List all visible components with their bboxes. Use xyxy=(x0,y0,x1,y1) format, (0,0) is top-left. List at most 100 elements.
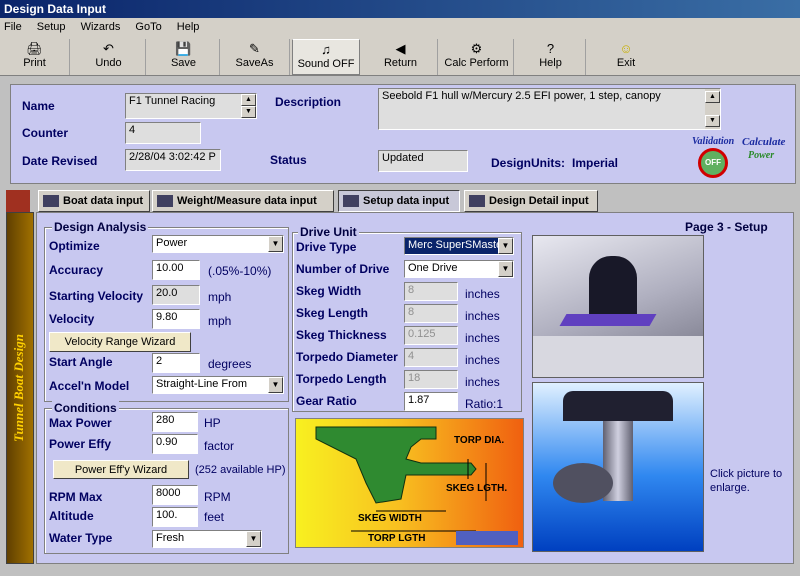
date-revised-field[interactable]: 2/28/04 3:02:42 P xyxy=(125,149,221,171)
drive-dimensions-diagram[interactable]: TORP DIA. SKEG LGTH. SKEG WIDTH TORP LGT… xyxy=(295,418,524,548)
power-effy-input[interactable]: 0.90 xyxy=(152,434,198,454)
boat-photo[interactable] xyxy=(532,235,704,378)
menu-help[interactable]: Help xyxy=(177,21,200,33)
tab-boat-data[interactable]: Boat data input xyxy=(38,190,150,212)
skeg-width-input[interactable]: 8 xyxy=(404,282,458,301)
available-hp-note: (252 available HP) xyxy=(195,464,286,476)
menu-setup[interactable]: Setup xyxy=(37,21,66,33)
design-analysis-title: Design Analysis xyxy=(52,220,149,234)
torpedo-diameter-input[interactable]: 4 xyxy=(404,348,458,367)
brand-logo-icon xyxy=(456,531,518,545)
velocity-unit: mph xyxy=(208,314,232,328)
starting-velocity-input[interactable]: 20.0 xyxy=(152,285,200,305)
velocity-range-wizard-button[interactable]: Velocity Range Wizard xyxy=(49,332,191,352)
scroll-down-icon[interactable]: ▼ xyxy=(241,106,256,118)
starting-velocity-unit: mph xyxy=(208,290,232,304)
torpedo-length-label: Torpedo Length xyxy=(296,372,387,386)
menu-goto[interactable]: GoTo xyxy=(135,21,161,33)
number-of-drive-label: Number of Drive xyxy=(296,262,390,276)
torpedo-length-unit: inches xyxy=(465,375,500,389)
scroll-up-icon[interactable]: ▲ xyxy=(705,91,720,103)
accuracy-label: Accuracy xyxy=(49,263,104,277)
exit-button[interactable]: ☺ Exit xyxy=(590,39,662,75)
velocity-input[interactable]: 9.80 xyxy=(152,309,200,329)
description-field[interactable]: Seebold F1 hull w/Mercury 2.5 EFI power,… xyxy=(378,88,721,130)
starting-velocity-label: Starting Velocity xyxy=(49,289,144,303)
altitude-unit: feet xyxy=(204,510,225,524)
stripe-shape-icon xyxy=(559,314,657,326)
start-angle-input[interactable]: 2 xyxy=(152,353,200,373)
water-type-select[interactable]: Fresh ▼ xyxy=(152,530,262,548)
name-field[interactable]: F1 Tunnel Racing ▲ ▼ xyxy=(125,93,257,119)
setup-icon xyxy=(343,195,359,208)
max-power-unit: HP xyxy=(204,416,221,430)
rpm-max-input[interactable]: 8000 xyxy=(152,485,198,505)
skeg-length-label: Skeg Length xyxy=(296,306,369,320)
skeg-length-unit: inches xyxy=(465,309,500,323)
accel-model-select[interactable]: Straight-Line From ▼ xyxy=(152,376,284,394)
scroll-down-icon[interactable]: ▼ xyxy=(705,115,720,127)
help-icon: ? xyxy=(546,41,555,56)
deck-shape-icon xyxy=(533,336,703,377)
calculate-power-toggle[interactable]: Calculate Power xyxy=(742,136,792,180)
start-angle-unit: degrees xyxy=(208,357,252,371)
optimize-select[interactable]: Power ▼ xyxy=(152,235,284,253)
design-detail-icon xyxy=(469,195,485,208)
sidebar-title: Tunnel Boat Design xyxy=(11,334,26,442)
sound-off-button[interactable]: ♫ Sound OFF xyxy=(292,39,360,75)
calc-perform-button[interactable]: ⚙ Calc Perform xyxy=(440,39,514,75)
window-title: Design Data Input xyxy=(0,0,800,18)
save-button[interactable]: 💾 Save xyxy=(148,39,220,75)
skeg-thickness-input[interactable]: 0.125 xyxy=(404,326,458,345)
scale-icon xyxy=(157,195,173,208)
skeg-width-diagram-label: SKEG WIDTH xyxy=(358,513,422,524)
drive-type-label: Drive Type xyxy=(296,240,357,254)
boat-icon xyxy=(43,195,59,208)
torp-lgth-label: TORP LGTH xyxy=(368,533,426,544)
scroll-up-icon[interactable]: ▲ xyxy=(241,94,256,106)
design-units-value: Imperial xyxy=(572,156,619,170)
accuracy-input[interactable]: 10.00 xyxy=(152,260,200,280)
gear-ratio-input[interactable]: 1.87 xyxy=(404,392,458,411)
rpm-max-unit: RPM xyxy=(204,490,231,504)
drive-type-select[interactable]: Merc SuperSMaste ▼ xyxy=(404,237,514,255)
save-as-button[interactable]: ✎ SaveAs xyxy=(220,39,290,75)
tab-weight-measure[interactable]: Weight/Measure data input xyxy=(152,190,334,212)
validation-off-icon: OFF xyxy=(698,148,728,178)
counter-field[interactable]: 4 xyxy=(125,122,201,144)
menu-wizards[interactable]: Wizards xyxy=(81,21,121,33)
design-units-label: DesignUnits: xyxy=(491,156,566,170)
smiley-exit-icon: ☺ xyxy=(619,41,633,56)
logo-icon xyxy=(6,190,30,212)
return-button[interactable]: ◀ Return xyxy=(364,39,438,75)
calc-perform-icon: ⚙ xyxy=(470,41,483,56)
description-label: Description xyxy=(275,95,342,109)
number-of-drive-select[interactable]: One Drive ▼ xyxy=(404,260,514,278)
skeg-thickness-unit: inches xyxy=(465,331,500,345)
accuracy-unit: (.05%-10%) xyxy=(208,264,272,278)
skeg-length-input[interactable]: 8 xyxy=(404,304,458,323)
help-button[interactable]: ? Help xyxy=(516,39,586,75)
sound-icon: ♫ xyxy=(321,42,331,57)
power-effy-label: Power Effy xyxy=(49,437,112,451)
gear-ratio-unit: Ratio:1 xyxy=(465,397,504,411)
name-label: Name xyxy=(22,99,55,113)
menu-file[interactable]: File xyxy=(4,21,22,33)
tab-design-detail[interactable]: Design Detail input xyxy=(464,190,598,212)
altitude-input[interactable]: 100. xyxy=(152,507,198,527)
torpedo-length-input[interactable]: 18 xyxy=(404,370,458,389)
rpm-max-label: RPM Max xyxy=(49,490,103,504)
return-icon: ◀ xyxy=(395,41,406,56)
tab-setup-data[interactable]: Setup data input xyxy=(338,190,460,212)
outboard-cowl-icon xyxy=(563,391,673,421)
undo-icon: ↶ xyxy=(103,41,114,56)
max-power-label: Max Power xyxy=(49,416,112,430)
validation-toggle[interactable]: Validation OFF xyxy=(692,136,738,180)
status-field[interactable]: Updated xyxy=(378,150,468,172)
print-button[interactable]: 🖨 Print xyxy=(0,39,70,75)
undo-button[interactable]: ↶ Undo xyxy=(72,39,146,75)
drive-photo[interactable] xyxy=(532,382,704,552)
enlarge-hint: Click picture to enlarge. xyxy=(710,468,783,494)
power-effy-wizard-button[interactable]: Power Eff'y Wizard xyxy=(53,460,189,479)
max-power-input[interactable]: 280 xyxy=(152,412,198,432)
